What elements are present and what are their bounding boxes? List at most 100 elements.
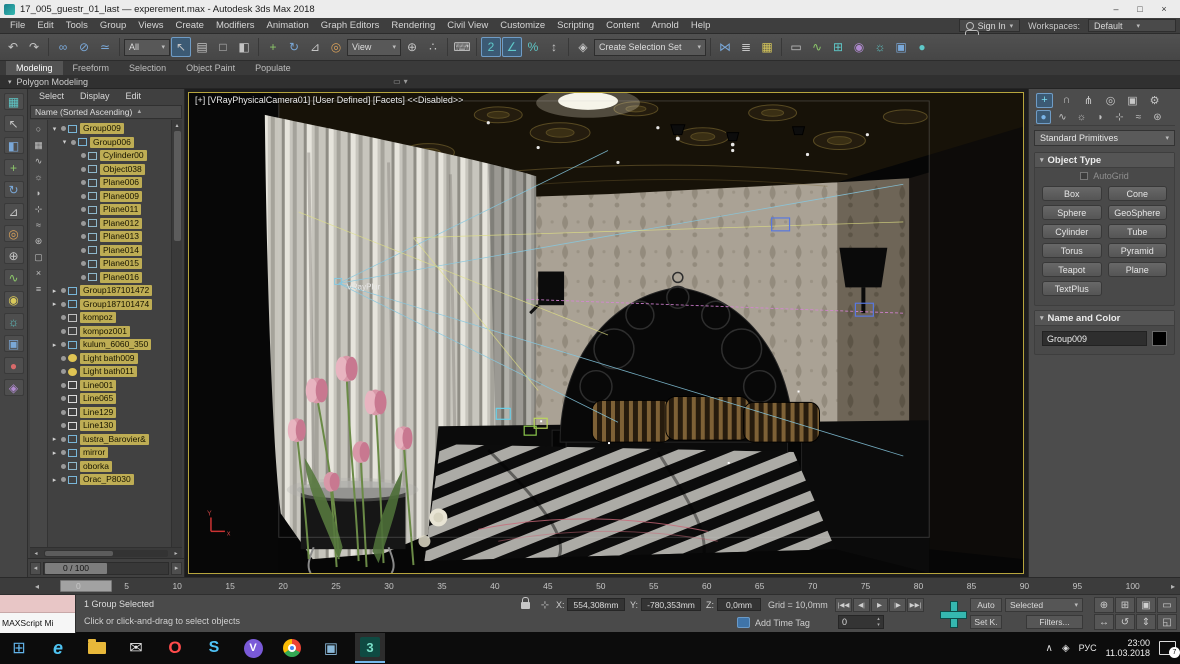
- edge-icon[interactable]: e: [43, 633, 73, 663]
- select-and-scale-icon[interactable]: ⊿: [305, 37, 325, 57]
- ribbon-panel-title[interactable]: Polygon Modeling: [17, 77, 89, 87]
- docked-toolbar-icon[interactable]: ◧: [4, 137, 24, 154]
- tree-row[interactable]: Plane013: [48, 230, 171, 244]
- display-filter-icon[interactable]: ◗: [32, 187, 46, 199]
- object-name[interactable]: Line001: [80, 380, 116, 391]
- sign-in-button[interactable]: Sign In ▾: [959, 19, 1021, 32]
- display-filter-icon[interactable]: ⊛: [32, 235, 46, 247]
- display-filter-icon[interactable]: ∿: [32, 155, 46, 167]
- language-indicator[interactable]: РУС: [1079, 643, 1097, 653]
- rectangular-selection-region-icon[interactable]: □: [213, 37, 233, 57]
- docked-toolbar-icon[interactable]: ◈: [4, 379, 24, 396]
- hierarchy-tab-icon[interactable]: ⋔: [1080, 93, 1097, 108]
- docked-toolbar-icon[interactable]: ☼: [4, 313, 24, 330]
- ribbon-tab[interactable]: Freeform: [63, 61, 120, 75]
- align-icon[interactable]: ≣: [736, 37, 756, 57]
- tree-row[interactable]: Plane006: [48, 176, 171, 190]
- spacewarps-category-icon[interactable]: ≈: [1131, 110, 1146, 124]
- maxscript-mini-listener[interactable]: MAXScript Mi: [0, 595, 76, 633]
- tree-row[interactable]: Line065: [48, 392, 171, 406]
- tree-row[interactable]: Plane014: [48, 244, 171, 258]
- tree-row[interactable]: kompoz: [48, 311, 171, 325]
- frame-spinner[interactable]: 0 ▴▾: [838, 615, 884, 629]
- zoom-icon[interactable]: ⊕: [1094, 597, 1114, 613]
- primitive-button[interactable]: Tube: [1108, 224, 1168, 239]
- file-explorer-icon[interactable]: [82, 633, 112, 663]
- primitive-button[interactable]: Pyramid: [1108, 243, 1168, 258]
- horizontal-scrollbar[interactable]: ◂ ▸: [30, 547, 182, 558]
- menu-item[interactable]: Scripting: [551, 19, 600, 32]
- object-name[interactable]: lustra_Barovier&: [80, 434, 149, 445]
- shapes-category-icon[interactable]: ∿: [1055, 110, 1070, 124]
- docked-toolbar-icon[interactable]: ▦: [4, 93, 24, 110]
- motion-tab-icon[interactable]: ◎: [1102, 93, 1119, 108]
- menu-item[interactable]: Arnold: [645, 19, 684, 32]
- snaps-toggle-icon[interactable]: 2: [481, 37, 501, 57]
- create-tab-icon[interactable]: +: [1036, 93, 1053, 108]
- explorer-menu-item[interactable]: Display: [73, 90, 117, 104]
- percent-snap-icon[interactable]: %: [523, 37, 543, 57]
- object-name[interactable]: Group187101474: [80, 299, 152, 310]
- primitive-button[interactable]: Cylinder: [1042, 224, 1102, 239]
- tree-row[interactable]: Plane016: [48, 271, 171, 285]
- track-scroll-left-icon[interactable]: ◂: [30, 582, 44, 591]
- action-center-icon[interactable]: 7: [1159, 641, 1176, 655]
- viewport-canvas[interactable]: VRayPlur Y x: [189, 93, 1023, 573]
- ribbon-tab[interactable]: Object Paint: [176, 61, 245, 75]
- select-and-rotate-icon[interactable]: ↻: [284, 37, 304, 57]
- track-bar[interactable]: ◂ 05101520253035404550556065707580859095…: [0, 577, 1180, 594]
- display-filter-icon[interactable]: ×: [32, 267, 46, 279]
- object-name[interactable]: Plane006: [100, 177, 142, 188]
- tray-icon[interactable]: ◈: [1062, 643, 1070, 654]
- tree-row[interactable]: Line130: [48, 419, 171, 433]
- pan-icon[interactable]: ↔: [1094, 614, 1114, 630]
- set-key-button[interactable]: Set K.: [970, 615, 1002, 629]
- object-name-field[interactable]: Group009: [1042, 331, 1147, 346]
- display-filter-icon[interactable]: ≡: [32, 283, 46, 295]
- tree-row[interactable]: Line129: [48, 406, 171, 420]
- tree-row[interactable]: ▸ Group187101474: [48, 298, 171, 312]
- viewport-canvas-frame[interactable]: VRayPlur Y x [+] [VRayPhysicalCamera01] …: [188, 92, 1024, 574]
- tree-expand-arrow[interactable]: ▸: [50, 341, 59, 349]
- helpers-category-icon[interactable]: ⊹: [1112, 110, 1127, 124]
- menu-item[interactable]: Customize: [494, 19, 551, 32]
- tree-row[interactable]: Light bath011: [48, 365, 171, 379]
- time-slider-handle[interactable]: 0 / 100: [45, 563, 107, 574]
- selection-lock-icon[interactable]: [521, 602, 530, 609]
- named-selection-set-dropdown[interactable]: Create Selection Set ▾: [594, 39, 706, 56]
- docked-toolbar-icon[interactable]: ◎: [4, 225, 24, 242]
- ribbon-toggle-icon[interactable]: ▭: [786, 37, 806, 57]
- edit-named-selection-sets-icon[interactable]: ◈: [573, 37, 593, 57]
- docked-toolbar-icon[interactable]: ●: [4, 357, 24, 374]
- display-filter-icon[interactable]: ≈: [32, 219, 46, 231]
- maxscript-listener-pane[interactable]: MAXScript Mi: [0, 613, 75, 633]
- docked-toolbar-icon[interactable]: +: [4, 159, 24, 176]
- object-name[interactable]: Light bath011: [80, 366, 137, 377]
- select-and-manipulate-icon[interactable]: ∴: [423, 37, 443, 57]
- time-slider[interactable]: ◂ 0 / 100 ▸: [28, 558, 184, 577]
- object-name[interactable]: Orac_P8030: [80, 474, 134, 485]
- scrollbar-thumb[interactable]: [45, 551, 113, 556]
- docked-toolbar-icon[interactable]: ⊕: [4, 247, 24, 264]
- tree-row[interactable]: Cylinder00: [48, 149, 171, 163]
- object-name[interactable]: Plane016: [100, 272, 142, 283]
- tree-expand-arrow[interactable]: ▾: [60, 138, 69, 146]
- object-name[interactable]: kompoz: [80, 312, 116, 323]
- angle-snap-icon[interactable]: ∠: [502, 37, 522, 57]
- menu-item[interactable]: Create: [169, 19, 210, 32]
- zoom-extents-icon[interactable]: ▣: [1136, 597, 1156, 613]
- tree-expand-arrow[interactable]: ▸: [50, 300, 59, 308]
- select-by-name-icon[interactable]: ▤: [192, 37, 212, 57]
- display-filter-icon[interactable]: ⊹: [32, 203, 46, 215]
- display-filter-icon[interactable]: ▢: [32, 251, 46, 263]
- use-pivot-center-icon[interactable]: ⊕: [402, 37, 422, 57]
- docked-toolbar-icon[interactable]: ▣: [4, 335, 24, 352]
- autogrid-checkbox[interactable]: [1080, 172, 1088, 180]
- tree-expand-arrow[interactable]: ▸: [50, 287, 59, 295]
- playback-button[interactable]: ▶: [871, 598, 888, 612]
- redo-icon[interactable]: ↷: [24, 37, 44, 57]
- tree-row[interactable]: Plane015: [48, 257, 171, 271]
- x-coordinate-field[interactable]: 554,308mm: [567, 598, 625, 611]
- tree-row[interactable]: ▸ mirror: [48, 446, 171, 460]
- start-button[interactable]: ⊞: [4, 633, 34, 663]
